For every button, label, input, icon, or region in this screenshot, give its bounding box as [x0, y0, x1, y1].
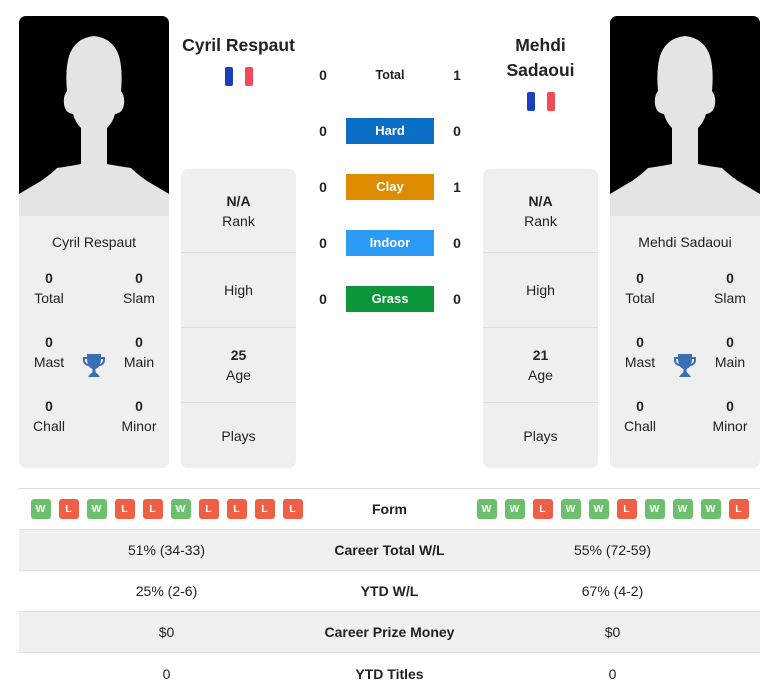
form-win-badge: W: [86, 499, 107, 519]
player-name-left: Cyril Respaut: [51, 234, 137, 250]
form-win-badge: W: [644, 499, 665, 519]
h2h-clay-row: 0 Clay 1: [305, 174, 475, 200]
form-badges-right: WWLWWLWWWL: [465, 499, 760, 519]
titles-main-left: 0 Main: [123, 334, 155, 370]
table-row: $0 Career Prize Money $0: [19, 612, 760, 653]
surface-grass-badge: Grass: [346, 286, 434, 312]
titles-minor-left: 0 Minor: [121, 398, 157, 434]
plays-row-right: Plays: [523, 427, 558, 444]
player-heading-right[interactable]: Mehdi Sadaoui: [480, 33, 601, 83]
info-card-right: N/A Rank High 21 Age Plays: [483, 169, 598, 468]
player-card-right: Mehdi Sadaoui 0 Total 0 Slam 0 Mast 0 Ma…: [610, 16, 760, 468]
form-win-badge: W: [672, 499, 693, 519]
rank-row-right: N/A Rank: [483, 169, 598, 253]
table-row: 51% (34-33) Career Total W/L 55% (72-59): [19, 530, 760, 571]
titles-slam-right: 0 Slam: [714, 270, 746, 306]
rank-row-left: N/A Rank: [181, 169, 296, 253]
player-heading-left[interactable]: Cyril Respaut: [178, 33, 299, 58]
form-win-badge: W: [504, 499, 525, 519]
age-row-left: 25 Age: [181, 328, 296, 403]
form-loss-badge: L: [114, 499, 135, 519]
form-win-badge: W: [588, 499, 609, 519]
flag-france-icon-left: [225, 67, 253, 86]
plays-row-left: Plays: [221, 427, 256, 444]
player-name-right: Mehdi Sadaoui: [638, 234, 732, 250]
titles-total-left: 0 Total: [34, 270, 64, 306]
form-win-badge: W: [30, 499, 51, 519]
table-row: 0 YTD Titles 0: [162, 665, 617, 682]
form-loss-badge: L: [616, 499, 637, 519]
form-loss-badge: L: [532, 499, 553, 519]
titles-mast-right: 0 Mast: [624, 334, 656, 370]
h2h-total-row: 0 Total 1: [319, 67, 461, 83]
form-loss-badge: L: [198, 499, 219, 519]
table-row: 25% (2-6) YTD W/L 67% (4-2): [19, 571, 760, 612]
form-label: Form: [372, 501, 407, 517]
form-win-badge: W: [560, 499, 581, 519]
silhouette-icon: [19, 36, 169, 216]
h2h-grass-row: 0 Grass 0: [305, 286, 475, 312]
h2h-indoor-row: 0 Indoor 0: [305, 230, 475, 256]
form-loss-badge: L: [254, 499, 275, 519]
comparison-table: WLWLLWLLLL Form WWLWWLWWWL 51% (34-33) C…: [19, 488, 760, 694]
titles-slam-left: 0 Slam: [123, 270, 155, 306]
flag-france-icon-right: [527, 92, 555, 111]
form-win-badge: W: [476, 499, 497, 519]
surface-indoor-badge: Indoor: [346, 230, 434, 256]
h2h-hard-row: 0 Hard 0: [305, 118, 475, 144]
titles-mast-left: 0 Mast: [33, 334, 65, 370]
form-row: WLWLLWLLLL Form WWLWWLWWWL: [19, 489, 760, 530]
silhouette-icon: [610, 36, 760, 216]
form-loss-badge: L: [58, 499, 79, 519]
titles-minor-right: 0 Minor: [712, 398, 748, 434]
trophy-icon: [83, 354, 105, 377]
titles-main-right: 0 Main: [714, 334, 746, 370]
form-loss-badge: L: [226, 499, 247, 519]
form-win-badge: W: [170, 499, 191, 519]
surface-hard-badge: Hard: [346, 118, 434, 144]
form-loss-badge: L: [142, 499, 163, 519]
form-loss-badge: L: [728, 499, 749, 519]
age-row-right: 21 Age: [483, 328, 598, 403]
high-row-left: High: [181, 253, 296, 328]
player-card-left: Cyril Respaut 0 Total 0 Slam 0 Mast 0 Ma…: [19, 16, 169, 468]
trophy-icon: [674, 354, 696, 377]
titles-chall-right: 0 Chall: [624, 398, 656, 434]
player-photo-right: [610, 16, 760, 216]
player-photo-left: [19, 16, 169, 216]
form-win-badge: W: [700, 499, 721, 519]
form-badges-left: WLWLLWLLLL: [19, 499, 314, 519]
form-loss-badge: L: [282, 499, 303, 519]
info-card-left: N/A Rank High 25 Age Plays: [181, 169, 296, 468]
high-row-right: High: [483, 253, 598, 328]
titles-total-right: 0 Total: [625, 270, 655, 306]
titles-chall-left: 0 Chall: [33, 398, 65, 434]
surface-clay-badge: Clay: [346, 174, 434, 200]
